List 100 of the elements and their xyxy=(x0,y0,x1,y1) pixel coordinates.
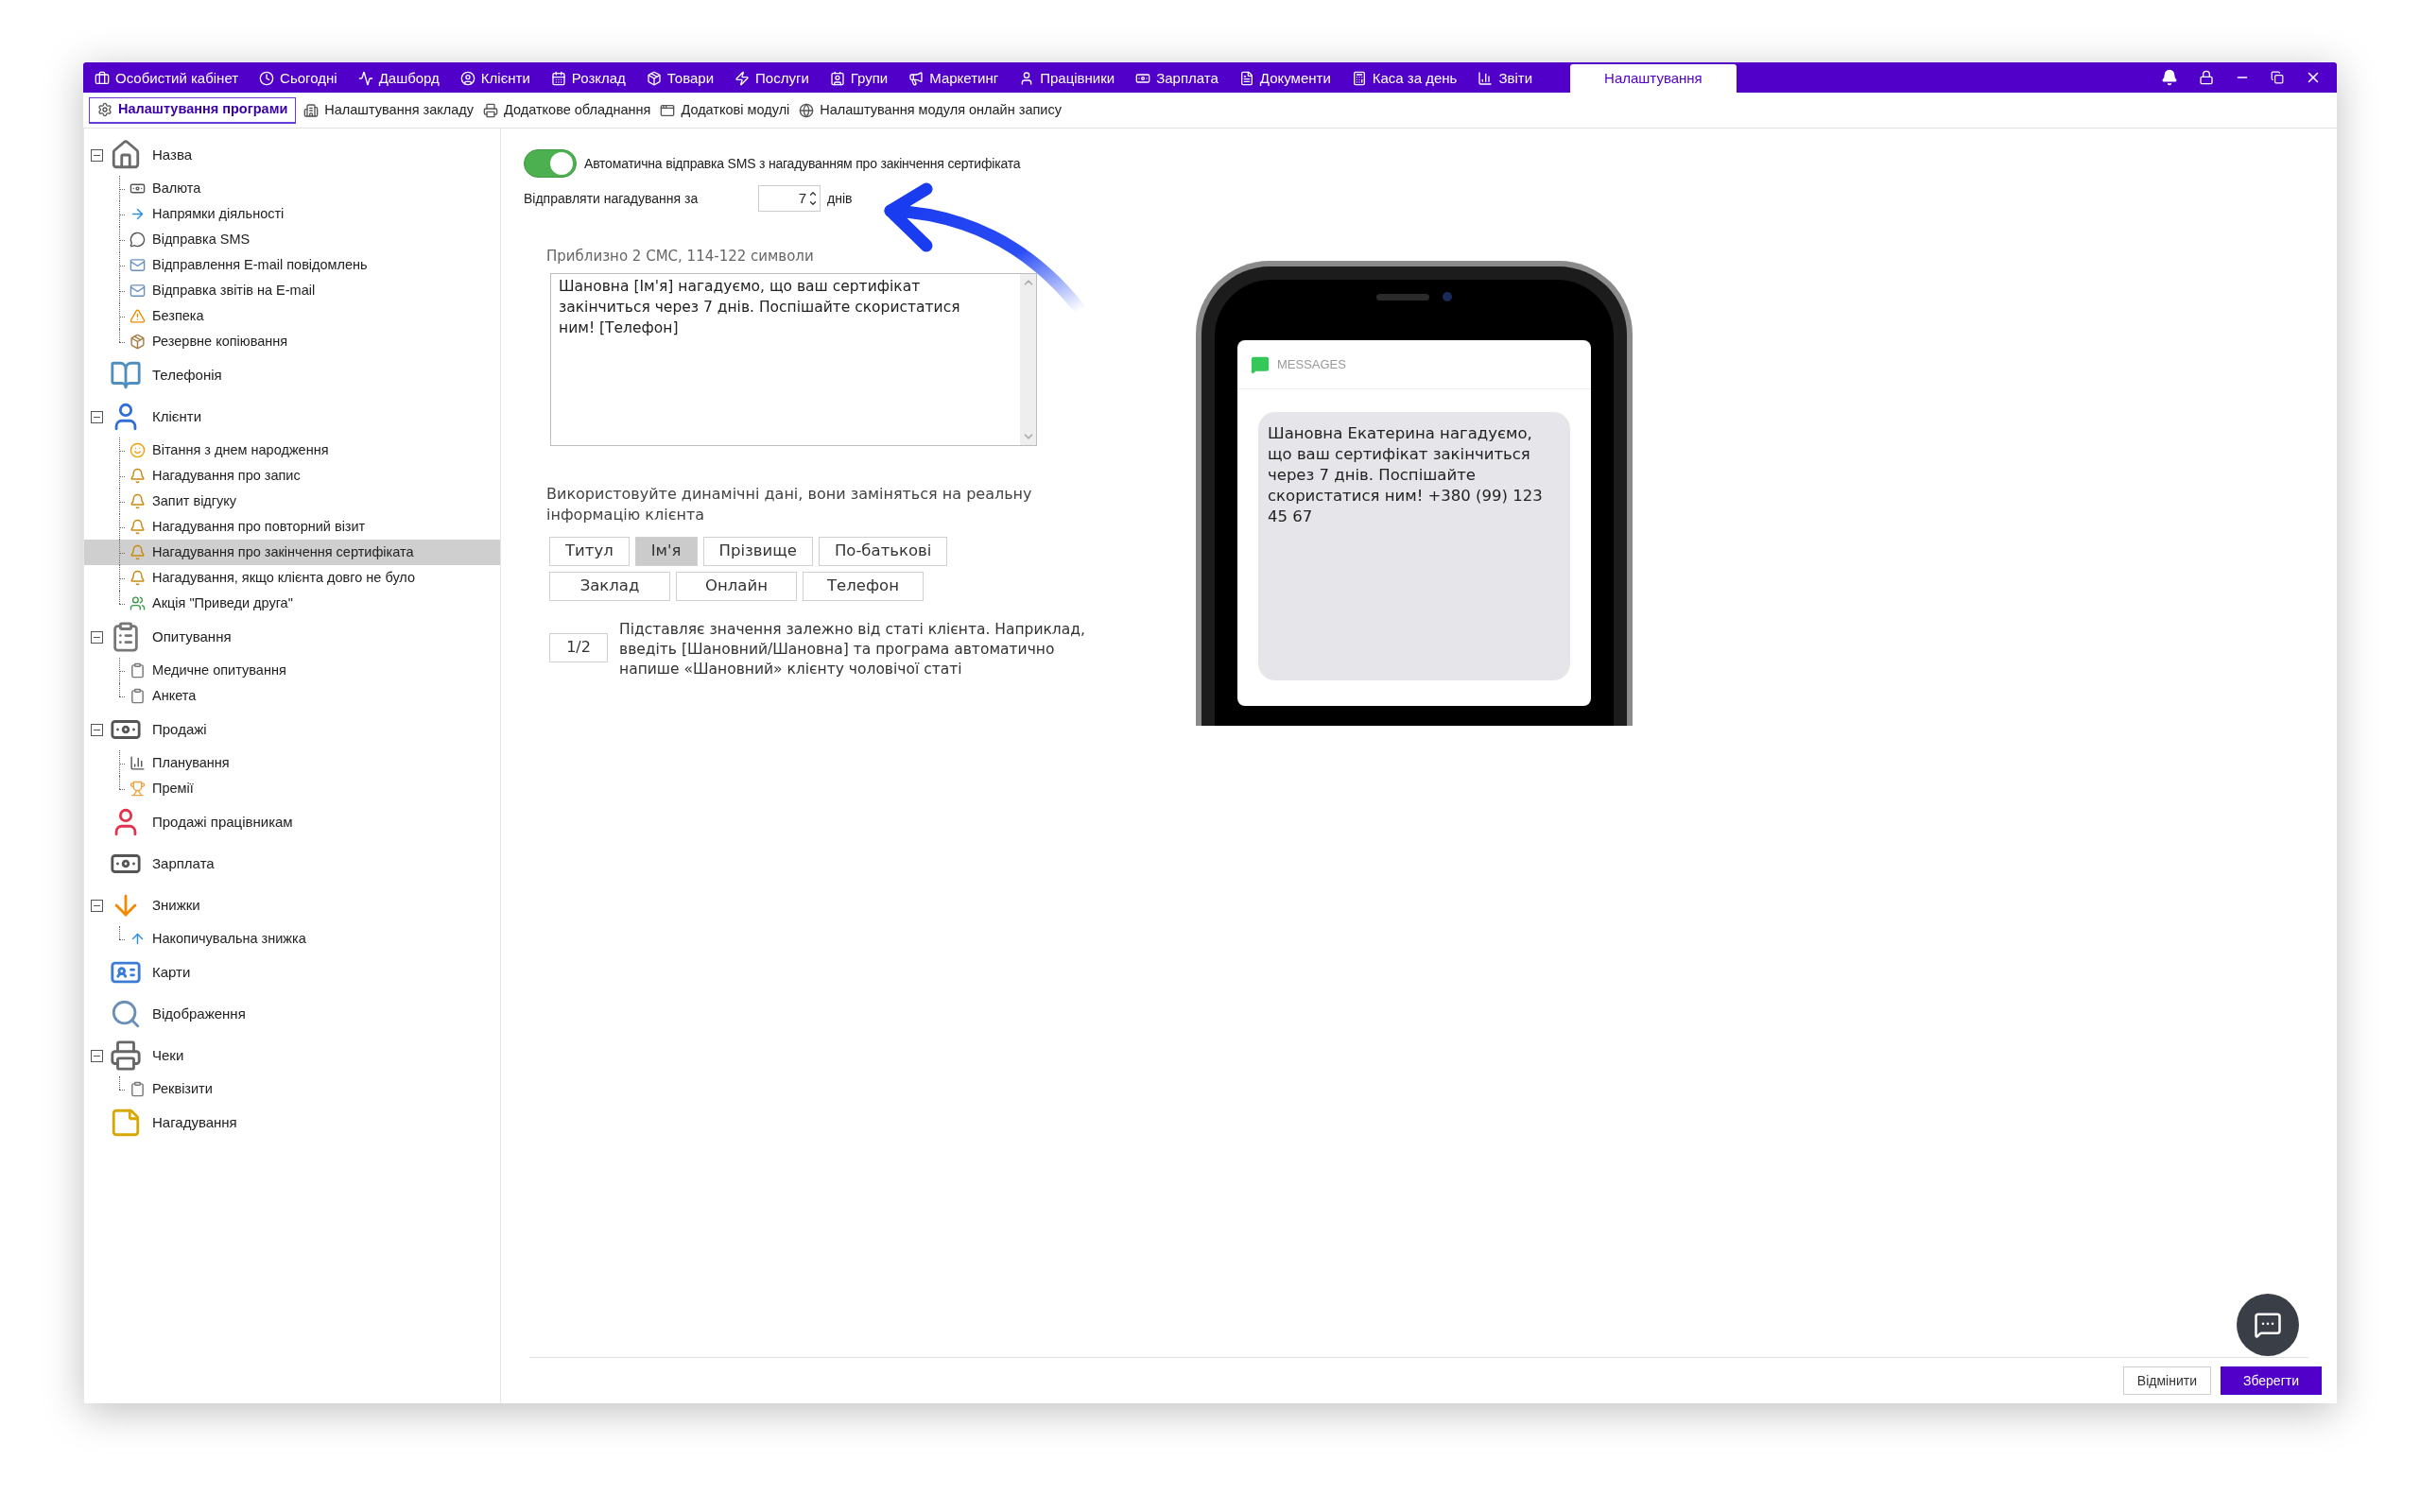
tree-item[interactable]: Нагадування про закінчення сертифіката xyxy=(84,540,500,565)
tree-item[interactable]: Вітання з днем народження xyxy=(84,438,500,463)
tree-label: Запит відгуку xyxy=(152,491,237,510)
expand-toggle[interactable] xyxy=(91,723,103,736)
tree-item[interactable]: Чеки xyxy=(84,1035,500,1076)
menu-tab[interactable]: Каса за день xyxy=(1351,64,1458,93)
menu-tab[interactable]: Зарплата xyxy=(1135,64,1219,93)
tree-item[interactable]: Відправлення E-mail повідомлень xyxy=(84,252,500,278)
briefcase-icon xyxy=(95,71,110,86)
tree-label: Реквізити xyxy=(152,1079,213,1098)
settings-tab[interactable]: Налаштування програми xyxy=(89,96,297,124)
tree-item[interactable]: Клієнти xyxy=(84,396,500,438)
bar-chart-icon xyxy=(129,755,146,771)
tree-item[interactable]: Безпека xyxy=(84,303,500,329)
tree-item[interactable]: Напрямки діяльності xyxy=(84,201,500,227)
menu-tab[interactable]: Послуги xyxy=(735,64,809,93)
tree-label: Премії xyxy=(152,779,194,798)
menu-tab[interactable]: Документи xyxy=(1238,64,1331,93)
menu-tab[interactable]: Розклад xyxy=(550,64,626,93)
tree-item[interactable]: Назва xyxy=(84,134,500,176)
restore-icon[interactable] xyxy=(2271,71,2284,84)
tree-item[interactable]: Резервне копіювання xyxy=(84,329,500,354)
tree-item[interactable]: Нагадування, якщо клієнта довго не було xyxy=(84,565,500,591)
menu-tab[interactable]: Клієнти xyxy=(459,64,530,93)
variable-chip[interactable]: Заклад xyxy=(549,571,670,601)
number-spinner[interactable]: 7 xyxy=(758,185,821,212)
tree-item[interactable]: Відправка SMS xyxy=(84,227,500,252)
expand-toggle[interactable] xyxy=(91,899,103,912)
increment-icon[interactable] xyxy=(808,189,818,198)
tree-label: Резервне копіювання xyxy=(152,332,288,351)
clock-icon xyxy=(259,71,275,86)
toggle-label: Автоматична відправка SMS з нагадуванням про закінчення сертифіката xyxy=(584,154,1021,173)
menu-tab[interactable]: Налаштування xyxy=(1570,64,1737,93)
decrement-icon[interactable] xyxy=(808,198,818,208)
tree-item[interactable]: Нагадування xyxy=(84,1102,500,1143)
user-icon xyxy=(459,71,475,86)
variable-chip[interactable]: По-батькові xyxy=(818,536,948,566)
tree-label: Напрямки діяльності xyxy=(152,204,285,223)
gender-variable-chip[interactable]: 1/2 xyxy=(549,632,608,662)
bar-chart-icon xyxy=(1478,71,1494,86)
tree-item[interactable]: Телефонія xyxy=(84,354,500,396)
lock-icon[interactable] xyxy=(2199,70,2214,85)
people-icon xyxy=(129,595,146,611)
menu-tab[interactable]: Групи xyxy=(829,64,889,93)
expand-toggle[interactable] xyxy=(91,1049,103,1062)
expand-toggle[interactable] xyxy=(91,630,103,644)
variable-chip[interactable]: Телефон xyxy=(803,571,924,601)
note-icon xyxy=(110,1107,142,1139)
tree-label: Вітання з днем народження xyxy=(152,440,329,459)
magnifier-icon xyxy=(110,998,142,1030)
sms-estimate: Приблизно 2 СМС, 114-122 символи xyxy=(546,247,815,266)
tree-item[interactable]: Планування xyxy=(84,750,500,776)
document-icon xyxy=(1238,71,1254,86)
toggle-switch[interactable] xyxy=(524,149,577,178)
tree-item[interactable]: Відправка звітів на E-mail xyxy=(84,278,500,303)
expand-toggle[interactable] xyxy=(91,148,103,162)
menu-tab[interactable]: Звіти xyxy=(1478,64,1533,93)
menu-tab[interactable]: Працівники xyxy=(1019,64,1115,93)
settings-tab[interactable]: Додаткове обладнання xyxy=(481,96,653,124)
tree-item[interactable]: Опитування xyxy=(84,616,500,658)
bell-icon xyxy=(129,519,146,535)
tree-item[interactable]: Відображення xyxy=(84,993,500,1035)
tree-item[interactable]: Продажі xyxy=(84,709,500,750)
tree-item[interactable]: Продажі працівникам xyxy=(84,801,500,843)
menu-tab[interactable]: Дашборд xyxy=(357,64,440,93)
variable-chip[interactable]: Титул xyxy=(549,536,630,566)
cancel-button[interactable]: Відмінити xyxy=(2122,1366,2211,1395)
smiley-icon xyxy=(129,442,146,458)
globe-icon xyxy=(799,102,815,118)
tree-item[interactable]: Анкета xyxy=(84,683,500,709)
tree-item[interactable]: Реквізити xyxy=(84,1076,500,1102)
menu-tab[interactable]: Маркетинг xyxy=(908,64,999,93)
tree-label: Нагадування про закінчення сертифіката xyxy=(152,542,414,561)
tree-item[interactable]: Медичне опитування xyxy=(84,658,500,683)
envelope-icon xyxy=(129,257,146,273)
tree-item[interactable]: Премії xyxy=(84,776,500,801)
menu-tab[interactable]: Особистий кабінет xyxy=(95,64,239,93)
variable-chip[interactable]: Прізвище xyxy=(702,536,813,566)
menu-tab[interactable]: Сьогодні xyxy=(259,64,337,93)
menu-tab[interactable]: Товари xyxy=(646,64,715,93)
settings-tab[interactable]: Налаштування модуля онлайн запису xyxy=(797,96,1063,124)
settings-tab[interactable]: Налаштування закладу xyxy=(302,96,475,124)
bell-icon xyxy=(129,468,146,484)
tree-item[interactable]: Нагадування про запис xyxy=(84,463,500,489)
variable-chip[interactable]: Онлайн xyxy=(676,571,797,601)
tree-item[interactable]: Акція "Приведи друга" xyxy=(84,591,500,616)
settings-tab[interactable]: Додаткові модулі xyxy=(658,96,792,124)
tree-item[interactable]: Валюта xyxy=(84,176,500,201)
notification-icon[interactable] xyxy=(2161,69,2178,86)
tree-item[interactable]: Знижки xyxy=(84,885,500,926)
variable-chip[interactable]: Ім'я xyxy=(634,536,698,566)
speaker-grille xyxy=(1376,293,1429,301)
tree-item[interactable]: Запит відгуку xyxy=(84,489,500,514)
tree-item[interactable]: Карти xyxy=(84,952,500,993)
tree-item[interactable]: Зарплата xyxy=(84,843,500,885)
save-button[interactable]: Зберегти xyxy=(2221,1366,2322,1395)
tree-item[interactable]: Накопичувальна знижка xyxy=(84,926,500,952)
tree-label: Відправка SMS xyxy=(152,230,251,249)
expand-toggle[interactable] xyxy=(91,410,103,423)
trophy-icon xyxy=(129,781,146,797)
